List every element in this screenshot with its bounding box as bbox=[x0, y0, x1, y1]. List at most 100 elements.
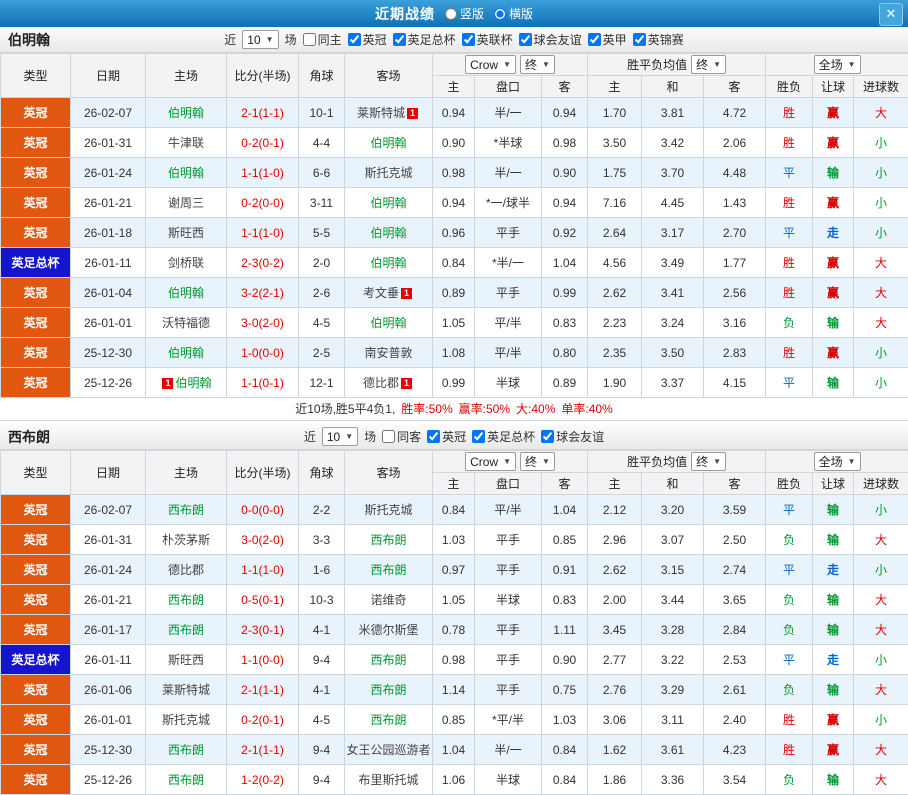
layout-option-vertical[interactable]: 竖版 bbox=[445, 5, 484, 22]
fullmatch-value: 全场 bbox=[819, 453, 843, 470]
avg-draw-cell: 3.81 bbox=[642, 98, 704, 128]
team-label: 剑桥联 bbox=[168, 256, 204, 270]
avg-draw-cell: 3.20 bbox=[642, 495, 704, 525]
col-header-date: 日期 bbox=[71, 451, 146, 495]
radio-label: 竖版 bbox=[460, 5, 484, 22]
goals-cell: 小 bbox=[854, 705, 908, 735]
odds-source-select[interactable]: Crow ▼ bbox=[465, 452, 516, 471]
away-team-cell: 女王公园巡游者 bbox=[345, 735, 433, 765]
checkbox-input[interactable] bbox=[633, 33, 646, 46]
score-cell: 0-2(0-0) bbox=[227, 188, 299, 218]
handicap-result-cell: 输 bbox=[813, 675, 854, 705]
filter-checkbox[interactable]: 同主 bbox=[303, 31, 342, 48]
avg-final-select[interactable]: 终▼ bbox=[691, 452, 726, 471]
result-cell: 平 bbox=[766, 645, 813, 675]
avg-win-cell: 3.45 bbox=[588, 615, 642, 645]
team-label: 考文垂 bbox=[363, 286, 399, 300]
layout-option-horizontal[interactable]: 横版 bbox=[494, 5, 533, 22]
odds-source-select[interactable]: Crow▼ bbox=[465, 55, 516, 74]
filter-checkbox[interactable]: 英甲 bbox=[588, 31, 627, 48]
dialog-titlebar: 近期战绩 竖版 横版 ✕ bbox=[0, 0, 908, 27]
date-cell: 26-01-31 bbox=[71, 128, 146, 158]
close-icon[interactable]: ✕ bbox=[879, 3, 903, 26]
competition-cell: 英冠 bbox=[1, 585, 71, 615]
away-team-cell: 伯明翰 bbox=[345, 188, 433, 218]
filter-checkbox[interactable]: 英足总杯 bbox=[393, 31, 456, 48]
col-header-avg-home: 主 bbox=[588, 76, 642, 98]
filter-bar: 近10▼场同主英冠英足总杯英联杯球会友谊英甲英锦赛 bbox=[224, 30, 683, 49]
games-count-select[interactable]: 10▼ bbox=[242, 30, 278, 49]
odds-source-value: Crow bbox=[470, 455, 498, 469]
games-count-select[interactable]: 10▼ bbox=[322, 427, 358, 446]
checkbox-input[interactable] bbox=[472, 430, 485, 443]
checkbox-input[interactable] bbox=[519, 33, 532, 46]
result-cell: 平 bbox=[766, 495, 813, 525]
odds-final-select[interactable]: 终▼ bbox=[520, 55, 555, 74]
radio-input[interactable] bbox=[445, 8, 457, 20]
team-label: 西布朗 bbox=[168, 593, 204, 607]
checkbox-input[interactable] bbox=[303, 33, 316, 46]
filter-checkbox[interactable]: 英锦赛 bbox=[633, 31, 684, 48]
result-cell: 负 bbox=[766, 675, 813, 705]
col-header-odds-home: 主 bbox=[433, 76, 475, 98]
away-team-cell: 米德尔斯堡 bbox=[345, 615, 433, 645]
checkbox-input[interactable] bbox=[382, 430, 395, 443]
handicap-result-cell: 赢 bbox=[813, 338, 854, 368]
filter-checkbox[interactable]: 同客 bbox=[382, 428, 421, 445]
filter-checkbox[interactable]: 英联杯 bbox=[462, 31, 513, 48]
score-cell: 2-1(1-1) bbox=[227, 735, 299, 765]
result-cell: 胜 bbox=[766, 98, 813, 128]
away-odds-cell: 0.84 bbox=[542, 735, 588, 765]
avg-lose-cell: 1.77 bbox=[704, 248, 766, 278]
filter-checkbox[interactable]: 英足总杯 bbox=[472, 428, 535, 445]
match-row: 英冠26-01-31朴茨茅斯3-0(2-0)3-3西布朗1.03平手0.852.… bbox=[1, 525, 908, 555]
score-cell: 2-1(1-1) bbox=[227, 675, 299, 705]
handicap-cell: *半/一 bbox=[475, 248, 542, 278]
checkbox-input[interactable] bbox=[427, 430, 440, 443]
col-header-corner: 角球 bbox=[299, 451, 345, 495]
away-odds-cell: 1.11 bbox=[542, 615, 588, 645]
checkbox-input[interactable] bbox=[541, 430, 554, 443]
avg-final-select[interactable]: 终▼ bbox=[691, 55, 726, 74]
col-header-away: 客场 bbox=[345, 451, 433, 495]
checkbox-input[interactable] bbox=[588, 33, 601, 46]
col-header-result: 胜负 bbox=[766, 76, 813, 98]
filter-checkbox[interactable]: 球会友谊 bbox=[541, 428, 604, 445]
handicap-cell: 平手 bbox=[475, 525, 542, 555]
col-header-avg-draw: 和 bbox=[642, 473, 704, 495]
date-cell: 25-12-26 bbox=[71, 368, 146, 398]
goals-cell: 大 bbox=[854, 615, 908, 645]
filter-checkbox[interactable]: 英冠 bbox=[427, 428, 466, 445]
checkbox-input[interactable] bbox=[462, 33, 475, 46]
date-cell: 26-01-21 bbox=[71, 585, 146, 615]
fullmatch-select[interactable]: 全场▼ bbox=[814, 55, 861, 74]
handicap-result-cell: 赢 bbox=[813, 735, 854, 765]
date-cell: 26-01-01 bbox=[71, 705, 146, 735]
avg-win-cell: 2.76 bbox=[588, 675, 642, 705]
checkbox-label: 英足总杯 bbox=[408, 31, 456, 48]
radio-input[interactable] bbox=[494, 8, 506, 20]
team-header-bar: 西布朗 近10▼场同客英冠英足总杯球会友谊 bbox=[0, 424, 908, 450]
away-odds-cell: 0.80 bbox=[542, 338, 588, 368]
away-team-cell: 西布朗 bbox=[345, 675, 433, 705]
home-team-cell: 1伯明翰 bbox=[146, 368, 227, 398]
competition-cell: 英冠 bbox=[1, 735, 71, 765]
fullmatch-select[interactable]: 全场▼ bbox=[814, 452, 861, 471]
result-cell: 胜 bbox=[766, 278, 813, 308]
corner-cell: 9-4 bbox=[299, 735, 345, 765]
caret-icon: ▼ bbox=[503, 457, 511, 466]
home-team-cell: 西布朗 bbox=[146, 495, 227, 525]
avg-lose-cell: 3.54 bbox=[704, 765, 766, 795]
match-row: 英冠26-01-24伯明翰1-1(1-0)6-6斯托克城0.98半/一0.901… bbox=[1, 158, 908, 188]
filter-checkbox[interactable]: 英冠 bbox=[348, 31, 387, 48]
checkbox-input[interactable] bbox=[393, 33, 406, 46]
checkbox-input[interactable] bbox=[348, 33, 361, 46]
handicap-result-cell: 输 bbox=[813, 308, 854, 338]
goals-cell: 大 bbox=[854, 248, 908, 278]
match-row: 英冠26-01-17西布朗2-3(0-1)4-1米德尔斯堡0.78平手1.113… bbox=[1, 615, 908, 645]
match-row: 英冠26-01-06莱斯特城2-1(1-1)4-1西布朗1.14平手0.752.… bbox=[1, 675, 908, 705]
score-cell: 1-1(1-0) bbox=[227, 555, 299, 585]
odds-final-select[interactable]: 终▼ bbox=[520, 452, 555, 471]
filter-checkbox[interactable]: 球会友谊 bbox=[519, 31, 582, 48]
handicap-cell: 平/半 bbox=[475, 338, 542, 368]
